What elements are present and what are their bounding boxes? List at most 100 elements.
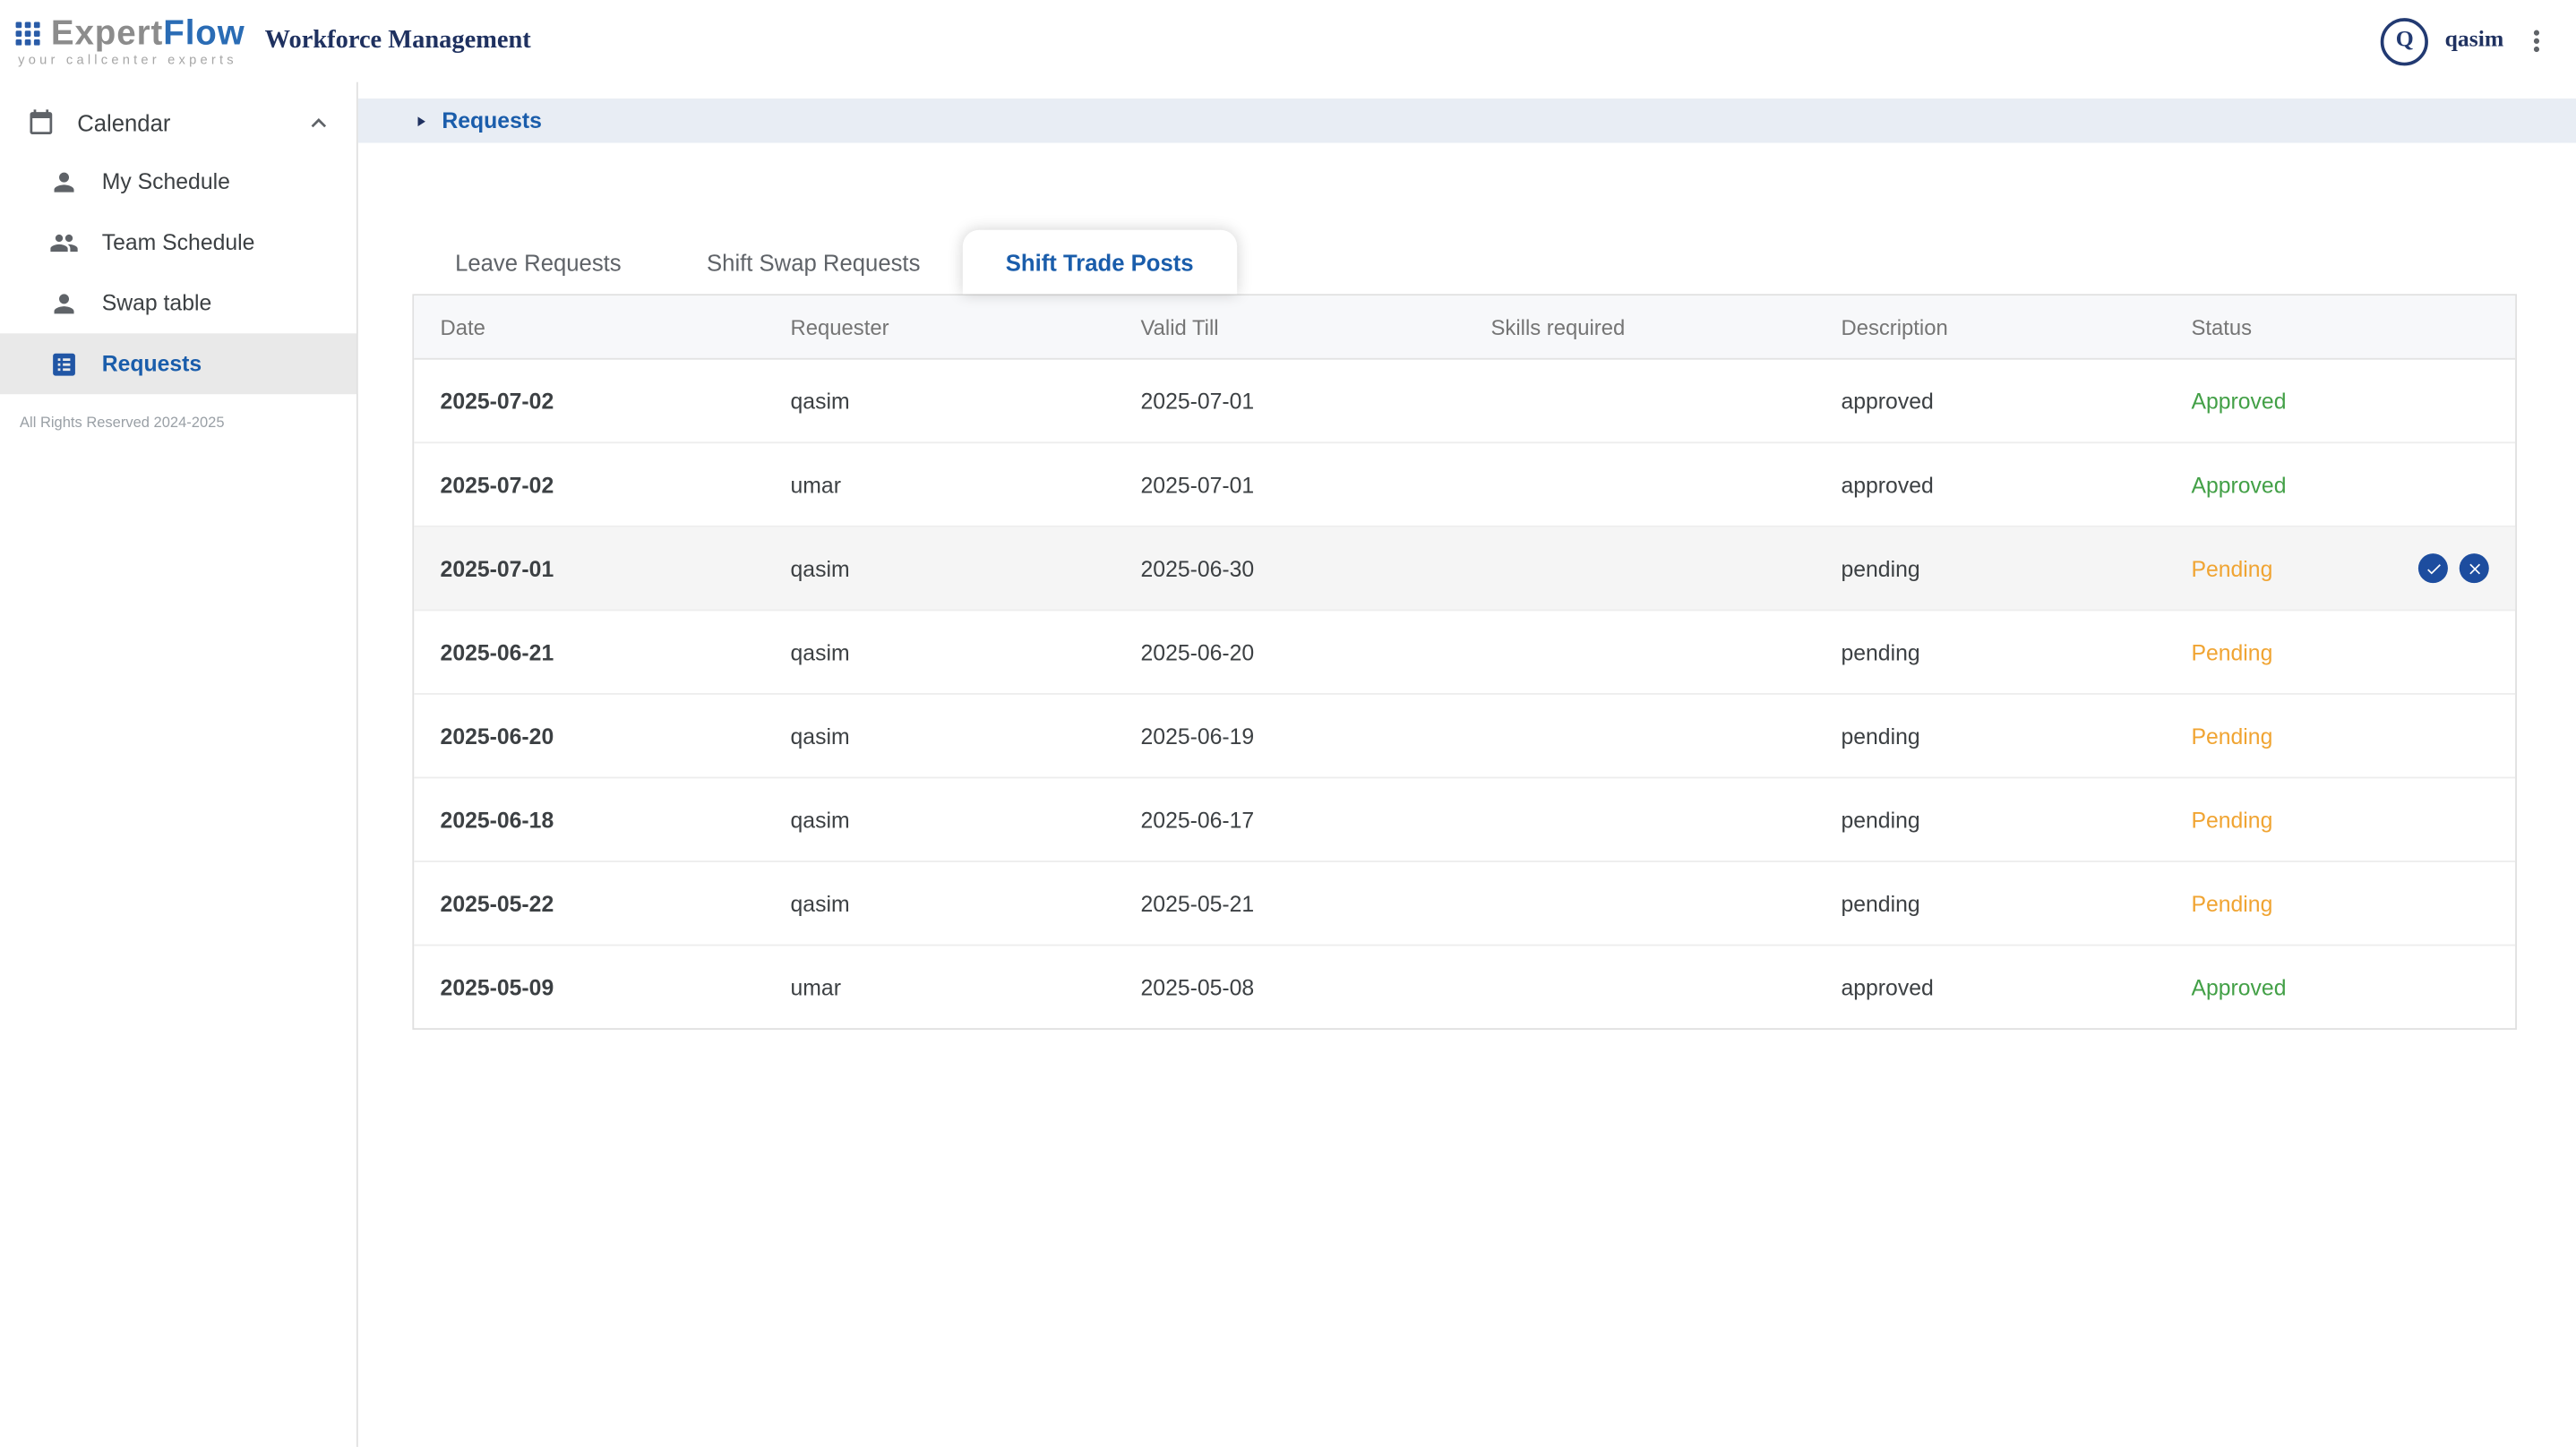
sidebar-item-label: Swap table: [102, 291, 212, 316]
cell-description: pending: [1815, 807, 2165, 832]
cell-date: 2025-05-22: [414, 891, 764, 916]
cell-description: pending: [1815, 556, 2165, 581]
column-header-requester: Requester: [764, 314, 1114, 339]
cell-description: pending: [1815, 891, 2165, 916]
column-header-valid-till: Valid Till: [1114, 314, 1464, 339]
table-row: 2025-05-22qasim2025-05-21 pendingPending: [414, 862, 2515, 946]
top-bar: ExpertFlow your callcenter experts Workf…: [0, 0, 2576, 82]
table-row: 2025-06-20qasim2025-06-19 pendingPending: [414, 695, 2515, 779]
cell-requester: qasim: [764, 891, 1114, 916]
sidebar-item-label: My Schedule: [102, 169, 230, 194]
table-row: 2025-07-02qasim2025-07-01 approvedApprove…: [414, 360, 2515, 444]
status-badge: Pending: [2165, 724, 2515, 749]
kebab-menu-icon[interactable]: [2520, 25, 2554, 58]
list-icon: [49, 349, 79, 379]
requests-banner[interactable]: Requests: [358, 98, 2576, 143]
cell-requester: qasim: [764, 807, 1114, 832]
cell-date: 2025-06-21: [414, 639, 764, 664]
cell-valid-till: 2025-06-19: [1114, 724, 1464, 749]
cell-valid-till: 2025-06-17: [1114, 807, 1464, 832]
table-body: 2025-07-02qasim2025-07-01approvedApprove…: [414, 360, 2515, 1029]
banner-label: Requests: [442, 108, 541, 133]
approve-button[interactable]: [2418, 553, 2448, 583]
tab-leave-requests[interactable]: Leave Requests: [412, 230, 664, 295]
cell-requester: qasim: [764, 556, 1114, 581]
column-header-status: Status: [2165, 314, 2515, 339]
column-header-description: Description: [1815, 314, 2165, 339]
cell-valid-till: 2025-05-21: [1114, 891, 1464, 916]
table-row: 2025-06-18qasim2025-06-17 pendingPending: [414, 778, 2515, 862]
cell-valid-till: 2025-06-20: [1114, 639, 1464, 664]
cell-valid-till: 2025-07-01: [1114, 389, 1464, 414]
sidebar-item-label: Team Schedule: [102, 230, 255, 255]
cell-date: 2025-05-09: [414, 975, 764, 1000]
check-icon: [2424, 560, 2442, 578]
main-content: Requests Leave Requests Shift Swap Reques…: [358, 82, 2576, 1447]
column-header-date: Date: [414, 314, 764, 339]
status-badge: Pending: [2165, 807, 2515, 832]
people-icon: [49, 227, 79, 257]
app-window: ExpertFlow your callcenter experts Workf…: [0, 0, 2576, 1447]
brand-tagline: your callcenter experts: [13, 54, 245, 67]
cell-requester: umar: [764, 975, 1114, 1000]
cell-date: 2025-07-02: [414, 389, 764, 414]
status-badge: Approved: [2165, 975, 2515, 1000]
sidebar: Calendar My Schedule Team Schedule Swap ta…: [0, 82, 358, 1447]
cell-description: approved: [1815, 975, 2165, 1000]
user-avatar[interactable]: Q: [2381, 17, 2428, 64]
tab-label: Leave Requests: [455, 249, 622, 275]
sidebar-item-label: Requests: [102, 352, 202, 377]
status-badge: Pending: [2165, 639, 2515, 664]
cell-requester: qasim: [764, 389, 1114, 414]
username: qasim: [2445, 28, 2504, 54]
cell-valid-till: 2025-05-08: [1114, 975, 1464, 1000]
cell-requester: umar: [764, 472, 1114, 497]
cell-valid-till: 2025-07-01: [1114, 472, 1464, 497]
tab-label: Shift Trade Posts: [1006, 249, 1194, 275]
cell-description: pending: [1815, 639, 2165, 664]
cell-date: 2025-07-01: [414, 556, 764, 581]
table-header-row: DateRequesterValid TillSkills requiredDe…: [414, 295, 2515, 360]
table-row: 2025-07-01qasim2025-06-30pendingPending: [414, 527, 2515, 612]
cell-valid-till: 2025-06-30: [1114, 556, 1464, 581]
person-icon: [49, 288, 79, 318]
cell-description: pending: [1815, 724, 2165, 749]
tab-label: Shift Swap Requests: [707, 249, 920, 275]
table-row: 2025-05-09umar2025-05-08 approvedApproved: [414, 946, 2515, 1028]
status-badge: Approved: [2165, 389, 2515, 414]
cell-date: 2025-06-18: [414, 807, 764, 832]
column-header-skills-required: Skills required: [1464, 314, 1815, 339]
tab-shift-trade-posts[interactable]: Shift Trade Posts: [963, 230, 1236, 295]
tab-shift-swap-requests[interactable]: Shift Swap Requests: [664, 230, 963, 295]
cell-date: 2025-07-02: [414, 472, 764, 497]
brand-name: ExpertFlow: [51, 15, 245, 50]
close-icon: [2465, 560, 2483, 578]
sidebar-menu: My Schedule Team Schedule Swap table Reques…: [0, 151, 356, 394]
requests-table: DateRequesterValid TillSkills requiredDe…: [412, 294, 2517, 1030]
copyright-text: All Rights Reserved 2024-2025: [0, 414, 356, 430]
status-badge: Pending: [2165, 891, 2515, 916]
sidebar-item-team-schedule[interactable]: Team Schedule: [0, 212, 356, 273]
cell-description: approved: [1815, 389, 2165, 414]
logo-grid-icon: [13, 17, 45, 48]
person-icon: [49, 167, 79, 196]
cell-date: 2025-06-20: [414, 724, 764, 749]
chevron-up-icon[interactable]: [304, 108, 333, 138]
sidebar-item-swap-table[interactable]: Swap table: [0, 272, 356, 333]
tab-bar: Leave Requests Shift Swap Requests Shift T…: [412, 230, 2576, 295]
sidebar-item-my-schedule[interactable]: My Schedule: [0, 151, 356, 212]
sidebar-item-requests[interactable]: Requests: [0, 333, 356, 394]
table-row: 2025-06-21qasim2025-06-20 pendingPending: [414, 611, 2515, 695]
page-title: Workforce Management: [265, 26, 531, 56]
table-row: 2025-07-02umar2025-07-01 approvedApproved: [414, 443, 2515, 527]
expand-triangle-icon: [412, 113, 428, 129]
reject-button[interactable]: [2460, 553, 2489, 583]
status-badge: Approved: [2165, 472, 2515, 497]
calendar-icon: [26, 108, 56, 138]
sidebar-section-calendar[interactable]: Calendar: [0, 95, 356, 150]
expertflow-logo[interactable]: ExpertFlow your callcenter experts: [13, 15, 245, 66]
cell-description: approved: [1815, 472, 2165, 497]
sidebar-section-label: Calendar: [77, 110, 170, 136]
cell-requester: qasim: [764, 639, 1114, 664]
cell-requester: qasim: [764, 724, 1114, 749]
